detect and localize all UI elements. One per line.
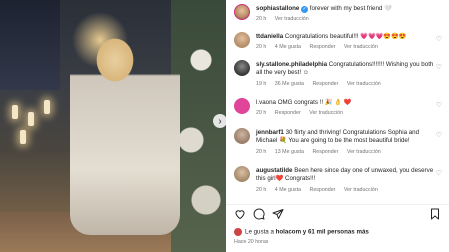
comment-username[interactable]: sly.stallone.philadelphia xyxy=(256,61,327,68)
post-image[interactable] xyxy=(0,0,226,252)
divider xyxy=(226,204,449,205)
comment-likes[interactable]: 4 Me gusta xyxy=(275,187,301,193)
comment-time: 19 h xyxy=(256,81,267,87)
comment-time: 20 h xyxy=(256,149,267,155)
post-timestamp: Hace 20 horas xyxy=(234,239,269,245)
avatar[interactable] xyxy=(234,128,250,144)
translate-link[interactable]: Ver traducción xyxy=(309,110,343,116)
reply-button[interactable]: Responder xyxy=(310,187,336,193)
translate-link[interactable]: Ver traducción xyxy=(347,149,381,155)
caption-text: sophiastallone ✓ forever with my best fr… xyxy=(256,5,438,13)
heart-outline-icon[interactable]: ♡ xyxy=(436,63,442,71)
heart-outline-icon[interactable]: ♡ xyxy=(436,101,442,109)
caption-translate-link[interactable]: Ver traducción xyxy=(275,16,309,22)
comment-username[interactable]: jennbarf1 xyxy=(256,129,284,136)
comment-meta: 20 h Responder Ver traducción xyxy=(256,110,350,116)
verified-icon: ✓ xyxy=(301,6,309,13)
comment-username[interactable]: ttdaniella xyxy=(256,33,283,40)
comment-item: augustatilde Been here since day one of … xyxy=(234,166,446,196)
translate-link[interactable]: Ver traducción xyxy=(347,81,381,87)
comment-meta: 20 h 4 Me gusta Responder Ver traducción xyxy=(256,187,385,193)
comments-panel: sophiastallone ✓ forever with my best fr… xyxy=(226,0,449,252)
comment-username[interactable]: l.vaona xyxy=(256,99,276,106)
comment-time: 20 h xyxy=(256,110,267,116)
avatar xyxy=(234,228,242,236)
likes-prefix: Le gusta a xyxy=(245,228,276,236)
caption-body: forever with my best friend 🤍 xyxy=(309,5,392,12)
comment-meta: 20 h 13 Me gusta Responder Ver traducció… xyxy=(256,149,388,155)
couple-figure xyxy=(70,20,180,235)
caption-time: 20 h xyxy=(256,16,267,22)
reply-button[interactable]: Responder xyxy=(312,81,338,87)
window-background xyxy=(0,0,60,90)
comment-text: jennbarf1 30 flirty and thriving! Congra… xyxy=(256,129,438,145)
comment-body: OMG congrats !! 🎉 👌 ❤️ xyxy=(277,99,352,106)
comment-meta: 19 h 36 Me gusta Responder Ver traducció… xyxy=(256,81,388,87)
comment-meta: 20 h 4 Me gusta Responder Ver traducción xyxy=(256,44,385,50)
comment-icon[interactable] xyxy=(253,208,265,222)
candle xyxy=(28,112,34,126)
comment-item: ttdaniella Congratulations beautiful!!! … xyxy=(234,32,446,54)
comment-item: jennbarf1 30 flirty and thriving! Congra… xyxy=(234,128,446,158)
comment-likes[interactable]: 36 Me gusta xyxy=(275,81,304,87)
avatar[interactable] xyxy=(234,166,250,182)
translate-link[interactable]: Ver traducción xyxy=(344,187,378,193)
comment-item: l.vaona OMG congrats !! 🎉 👌 ❤️ 20 h Resp… xyxy=(234,98,446,120)
comment-likes[interactable]: 13 Me gusta xyxy=(275,149,304,155)
comment-body: Congratulations beautiful!!! 💗💗💗😍😍😍 xyxy=(284,33,407,40)
comment-time: 20 h xyxy=(256,44,267,50)
reply-button[interactable]: Responder xyxy=(310,44,336,50)
candle xyxy=(20,130,26,144)
heart-outline-icon[interactable]: ♡ xyxy=(436,35,442,43)
comment-time: 20 h xyxy=(256,187,267,193)
reply-button[interactable]: Responder xyxy=(275,110,301,116)
likes-suffix: y 61 mil personas más xyxy=(301,228,369,236)
comment-likes[interactable]: 4 Me gusta xyxy=(275,44,301,50)
avatar[interactable] xyxy=(234,98,250,114)
candle xyxy=(12,105,18,119)
caption: sophiastallone ✓ forever with my best fr… xyxy=(234,4,446,26)
comment-item: sly.stallone.philadelphia Congratulation… xyxy=(234,60,446,90)
avatar[interactable] xyxy=(234,4,250,20)
heart-outline-icon[interactable]: ♡ xyxy=(436,131,442,139)
comment-username[interactable]: augustatilde xyxy=(256,167,292,174)
send-icon[interactable] xyxy=(272,208,284,222)
comment-text: ttdaniella Congratulations beautiful!!! … xyxy=(256,33,438,41)
comment-text: augustatilde Been here since day one of … xyxy=(256,167,438,183)
likes-summary[interactable]: Le gusta a holacom y 61 mil personas más xyxy=(234,228,369,236)
likes-user[interactable]: holacom xyxy=(276,229,301,236)
reply-button[interactable]: Responder xyxy=(312,149,338,155)
caption-meta: 20 h Ver traducción xyxy=(256,16,316,22)
candle xyxy=(44,100,50,114)
heart-outline-icon[interactable] xyxy=(234,208,246,222)
chevron-right-icon[interactable]: › xyxy=(213,114,227,128)
avatar[interactable] xyxy=(234,60,250,76)
action-bar xyxy=(234,208,442,222)
caption-username[interactable]: sophiastallone xyxy=(256,5,299,12)
translate-link[interactable]: Ver traducción xyxy=(344,44,378,50)
heart-outline-icon[interactable]: ♡ xyxy=(436,169,442,177)
comment-text: l.vaona OMG congrats !! 🎉 👌 ❤️ xyxy=(256,99,438,107)
comment-text: sly.stallone.philadelphia Congratulation… xyxy=(256,61,438,77)
avatar[interactable] xyxy=(234,32,250,48)
bookmark-icon[interactable] xyxy=(429,208,441,222)
